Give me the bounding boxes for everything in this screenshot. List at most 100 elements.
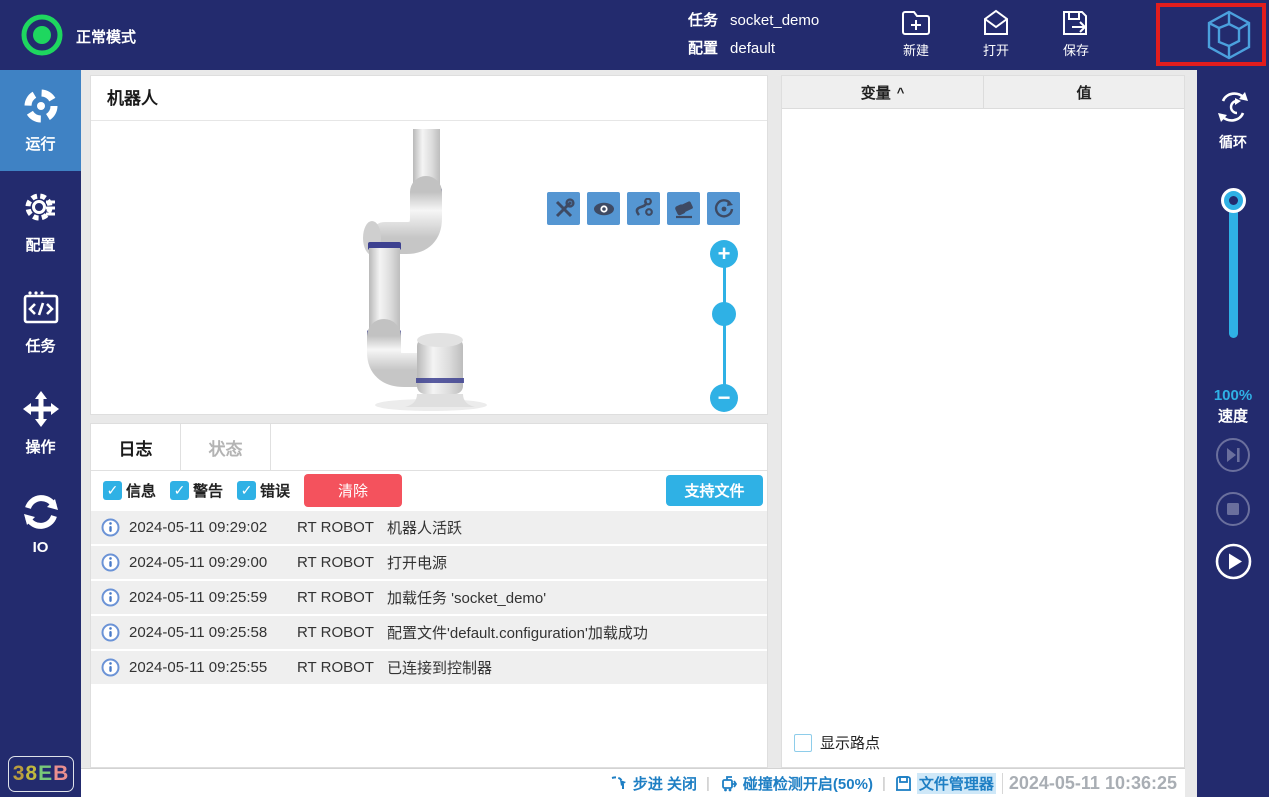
config-value: default: [730, 40, 776, 57]
session-code-badge[interactable]: 3 8 E B: [8, 756, 74, 792]
badge-char: 8: [25, 762, 39, 785]
right-toolbar: 循环 100% 速度: [1197, 70, 1269, 797]
robot-panel: 机器人 + −: [90, 75, 768, 415]
clear-log-button[interactable]: 清除: [304, 473, 403, 507]
speed-readout: 100% 速度: [1197, 385, 1269, 427]
play-button[interactable]: [1215, 543, 1252, 580]
variable-column-header[interactable]: 变量 ^: [782, 76, 983, 108]
log-source: RT ROBOT: [297, 624, 374, 641]
info-icon: [101, 588, 129, 607]
sidebar-item-operate[interactable]: 操作: [0, 373, 81, 474]
value-column-label: 值: [1076, 84, 1092, 102]
robot-3d-viewport[interactable]: + −: [91, 122, 767, 414]
sidebar-item-label: 操作: [25, 439, 56, 456]
trajectory-icon: [635, 197, 653, 216]
zoom-slider-knob[interactable]: [712, 302, 736, 326]
mode-label: 正常模式: [76, 29, 137, 46]
log-time: 2024-05-11 09:25:58: [129, 624, 268, 641]
error-filter-label: 错误: [260, 482, 291, 500]
wrench-screwdriver-icon: [555, 197, 575, 217]
top-bar: 正常模式 任务 socket_demo 配置 default 新建 打开 保存: [0, 0, 1269, 70]
save-task-button[interactable]: 保存: [1044, 8, 1108, 59]
badge-char: B: [53, 762, 70, 785]
info-icon: [101, 553, 129, 572]
log-time: 2024-05-11 09:29:00: [129, 554, 268, 571]
viewport-toolbar: [547, 192, 740, 225]
error-checkbox[interactable]: ✓: [237, 480, 257, 500]
zoom-track[interactable]: [723, 254, 726, 398]
tools-settings-button[interactable]: [547, 192, 580, 225]
separator: |: [881, 774, 886, 792]
log-message: 打开电源: [387, 555, 448, 572]
log-tab-row: 日志 状态: [91, 424, 767, 471]
path-button[interactable]: [627, 192, 660, 225]
log-time: 2024-05-11 09:25:59: [129, 589, 268, 606]
log-row[interactable]: 2024-05-11 09:29:00 RT ROBOT 打开电源: [91, 546, 767, 579]
step-mode-text: 步进 关闭: [632, 775, 698, 793]
value-column-header[interactable]: 值: [983, 76, 1184, 108]
file-manager-button[interactable]: 文件管理器: [895, 772, 996, 794]
sort-caret-icon: ^: [896, 84, 905, 100]
stop-button[interactable]: [1215, 491, 1251, 527]
config-label: 配置: [688, 40, 719, 57]
sidebar-item-io[interactable]: IO: [0, 474, 81, 575]
open-envelope-icon: [980, 8, 1012, 38]
new-folder-icon: [900, 8, 932, 38]
loop-control[interactable]: 循环: [1197, 88, 1269, 152]
warning-filter-label: 警告: [193, 482, 224, 500]
code-window-icon: [22, 289, 60, 327]
sidebar-item-run[interactable]: 运行: [0, 70, 81, 171]
log-row[interactable]: 2024-05-11 09:25:55 RT ROBOT 已连接到控制器: [91, 651, 767, 684]
step-mode-toggle[interactable]: 步进 关闭: [610, 773, 697, 794]
tab-status[interactable]: 状态: [181, 424, 271, 470]
open-label: 打开: [982, 43, 1009, 58]
speed-slider-track[interactable]: [1229, 198, 1238, 338]
collision-text: 碰撞检测开启(50%): [742, 775, 873, 793]
eye-icon: [593, 202, 614, 215]
log-time: 2024-05-11 09:25:55: [129, 659, 268, 676]
erase-button[interactable]: [667, 192, 700, 225]
log-message: 已连接到控制器: [387, 660, 493, 677]
speed-slider-knob[interactable]: [1221, 188, 1246, 213]
separator: |: [706, 774, 710, 792]
normal-mode-status-icon: [20, 13, 64, 57]
log-panel: 日志 状态 ✓ 信息 ✓ 警告 ✓ 错误 清除 支持文件 2024-05-11 …: [90, 423, 768, 768]
logo-highlight-box[interactable]: [1156, 3, 1266, 66]
system-timestamp: 2024-05-11 10:36:25: [1001, 772, 1183, 794]
log-row[interactable]: 2024-05-11 09:29:02 RT ROBOT 机器人活跃: [91, 511, 767, 544]
visibility-button[interactable]: [587, 192, 620, 225]
info-checkbox[interactable]: ✓: [103, 480, 122, 500]
speed-slider: [1197, 188, 1269, 338]
log-source: RT ROBOT: [297, 659, 374, 676]
zoom-out-button[interactable]: −: [710, 384, 738, 412]
log-row[interactable]: 2024-05-11 09:25:59 RT ROBOT 加载任务 'socke…: [91, 581, 767, 614]
warning-checkbox[interactable]: ✓: [170, 480, 190, 500]
speed-label: 速度: [1217, 408, 1248, 425]
left-sidebar: 运行 配置 任务 操作 IO 3 8 E B: [0, 70, 81, 797]
sidebar-item-task[interactable]: 任务: [0, 272, 81, 373]
log-row[interactable]: 2024-05-11 09:25:58 RT ROBOT 配置文件'defaul…: [91, 616, 767, 649]
collision-detection-toggle[interactable]: 碰撞检测开启(50%): [719, 773, 873, 794]
show-waypoints-checkbox[interactable]: [794, 733, 812, 752]
rotate-icon: [714, 198, 733, 218]
info-icon: [101, 623, 129, 642]
info-icon: [101, 518, 129, 537]
step-mode-icon: [610, 775, 628, 791]
task-config-info: 任务 socket_demo 配置 default: [688, 7, 819, 63]
sidebar-item-config[interactable]: 配置: [0, 171, 81, 272]
step-forward-button[interactable]: [1215, 437, 1251, 473]
sidebar-item-label: 配置: [25, 237, 56, 254]
robot-arm-render: [355, 126, 490, 416]
tab-log[interactable]: 日志: [91, 424, 181, 470]
new-label: 新建: [902, 43, 929, 58]
log-message: 加载任务 'socket_demo': [387, 590, 547, 607]
zoom-in-button[interactable]: +: [710, 240, 738, 268]
rotate-view-button[interactable]: [707, 192, 740, 225]
new-task-button[interactable]: 新建: [884, 8, 948, 59]
log-source: RT ROBOT: [297, 554, 374, 571]
variables-header: 变量 ^ 值: [782, 76, 1184, 109]
support-file-button[interactable]: 支持文件: [666, 475, 763, 506]
sidebar-item-label: 任务: [25, 338, 56, 355]
badge-char: 3: [12, 762, 26, 785]
open-task-button[interactable]: 打开: [964, 8, 1028, 59]
